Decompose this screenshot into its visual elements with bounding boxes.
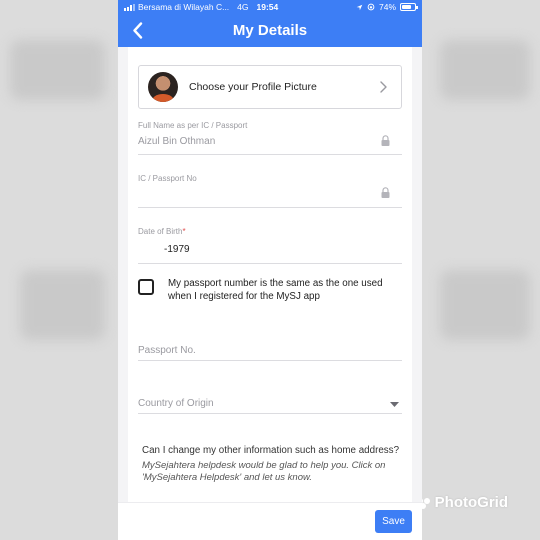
date-of-birth-label: Date of Birth* xyxy=(138,227,402,236)
country-of-origin-underline xyxy=(138,413,402,414)
faq-block: Can I change my other information such a… xyxy=(142,445,404,484)
network-type: 4G xyxy=(237,2,249,12)
same-passport-label: My passport number is the same as the on… xyxy=(168,278,383,303)
lock-icon xyxy=(381,187,390,198)
full-name-value: Aizul Bin Othman xyxy=(138,136,216,147)
details-card: Choose your Profile Picture Full Name as… xyxy=(128,47,412,502)
profile-picture-label: Choose your Profile Picture xyxy=(189,81,317,93)
save-button[interactable]: Save xyxy=(375,510,412,533)
phone-screen: Bersama di Wilayah C... 4G 19:54 74% My … xyxy=(118,0,422,540)
avatar xyxy=(148,72,178,102)
date-of-birth-label-text: Date of Birth xyxy=(138,227,183,236)
same-passport-label-line2: when I registered for the MySJ app xyxy=(168,290,320,302)
back-button[interactable] xyxy=(126,19,148,41)
passport-number-field[interactable]: Passport No. xyxy=(138,337,402,361)
carrier-name: Bersama di Wilayah C... xyxy=(138,2,230,12)
same-passport-checkbox-row[interactable]: My passport number is the same as the on… xyxy=(138,278,402,303)
full-name-field[interactable]: Full Name as per IC / Passport Aizul Bin… xyxy=(138,121,402,157)
ic-passport-label: IC / Passport No xyxy=(138,174,197,183)
photogrid-watermark: PhotoGrid xyxy=(416,494,508,511)
ic-passport-field[interactable]: IC / Passport No xyxy=(138,174,402,210)
orientation-lock-icon xyxy=(367,3,375,11)
date-of-birth-field[interactable]: Date of Birth* -1979 xyxy=(138,227,402,264)
country-of-origin-placeholder: Country of Origin xyxy=(138,398,214,409)
required-asterisk: * xyxy=(182,227,186,236)
signal-icon xyxy=(124,3,135,11)
nav-bar: My Details xyxy=(118,14,422,47)
country-of-origin-select[interactable]: Country of Origin xyxy=(138,390,402,414)
chevron-right-icon xyxy=(380,81,387,93)
passport-number-underline xyxy=(138,360,402,361)
date-of-birth-underline xyxy=(138,263,402,264)
battery-icon xyxy=(400,3,418,11)
photogrid-text: PhotoGrid xyxy=(434,494,508,511)
full-name-underline xyxy=(138,154,402,155)
status-bar: Bersama di Wilayah C... 4G 19:54 74% xyxy=(118,0,422,14)
faq-question: Can I change my other information such a… xyxy=(142,445,400,456)
dropdown-caret-icon xyxy=(390,402,399,407)
location-icon xyxy=(356,4,363,10)
faq-answer: MySejahtera helpdesk would be glad to he… xyxy=(142,460,386,483)
clock: 19:54 xyxy=(256,2,279,12)
full-name-label: Full Name as per IC / Passport xyxy=(138,121,248,130)
battery-percent: 74% xyxy=(378,2,396,12)
bottom-bar: Save xyxy=(118,502,422,540)
lock-icon xyxy=(381,135,390,146)
same-passport-label-line1: My passport number is the same as the on… xyxy=(168,278,383,289)
same-passport-checkbox[interactable] xyxy=(138,279,154,295)
page-title: My Details xyxy=(232,22,308,39)
profile-picture-selector[interactable]: Choose your Profile Picture xyxy=(138,65,402,109)
ic-passport-underline xyxy=(138,207,402,208)
chevron-left-icon xyxy=(132,21,142,39)
date-of-birth-value: -1979 xyxy=(164,244,190,255)
passport-number-placeholder: Passport No. xyxy=(138,345,196,356)
